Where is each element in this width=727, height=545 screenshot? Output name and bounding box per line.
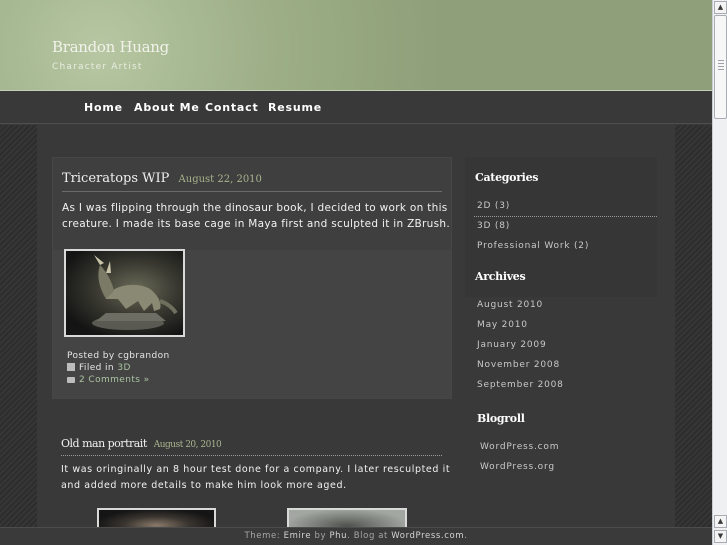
- archives-heading: Archives: [475, 270, 526, 283]
- footer-author-link[interactable]: Phu: [329, 531, 347, 541]
- post-title[interactable]: Triceratops WIP: [62, 171, 169, 186]
- post-title-row: Triceratops WIP August 22, 2010: [62, 171, 262, 186]
- post-title-row: Old man portrait August 20, 2010: [61, 437, 222, 450]
- category-link-3d[interactable]: 3D (8): [477, 221, 510, 231]
- post-body-line: It was oringinally an 8 hour test done f…: [61, 464, 451, 475]
- comments-link[interactable]: 2 Comments »: [79, 375, 150, 385]
- grip-line: [718, 69, 724, 70]
- comment-icon: [67, 377, 75, 383]
- footer-end: .: [464, 531, 468, 541]
- post-body-line: As I was flipping through the dinosaur b…: [62, 202, 448, 214]
- triceratops-thumbnail[interactable]: [64, 249, 185, 337]
- scroll-up-small-button[interactable]: ▲: [714, 515, 727, 528]
- site-subtitle: Character Artist: [52, 62, 143, 72]
- site-header: Brandon Huang Character Artist: [0, 0, 712, 91]
- category-link-professional[interactable]: Professional Work (2): [477, 241, 589, 251]
- post-date: August 22, 2010: [178, 174, 262, 185]
- archive-link[interactable]: August 2010: [477, 300, 543, 310]
- categories-heading: Categories: [475, 171, 539, 184]
- scroll-down-button[interactable]: ▼: [714, 530, 727, 543]
- filed-in-label: Filed in: [79, 363, 115, 373]
- nav-resume-link[interactable]: Resume: [268, 101, 322, 114]
- nav-home-link[interactable]: Home: [84, 101, 123, 114]
- footer-theme-link[interactable]: Emire: [284, 531, 312, 541]
- archive-link[interactable]: November 2008: [477, 360, 560, 370]
- old-man-thumbnail-2[interactable]: [287, 508, 407, 527]
- post-card: Triceratops WIP August 22, 2010 As I was…: [52, 157, 452, 399]
- archive-link[interactable]: May 2010: [477, 320, 528, 330]
- post-author: Posted by cgbrandon: [67, 351, 170, 361]
- footer-by: by: [314, 531, 327, 541]
- title-divider: [62, 191, 442, 192]
- grip-line: [718, 63, 724, 64]
- grip-line: [718, 66, 724, 67]
- post-body-line: creature. I made its base cage in Maya f…: [62, 218, 450, 230]
- scroll-up-button[interactable]: ▲: [714, 1, 727, 14]
- main-nav: Home About Me Contact Resume: [0, 91, 712, 124]
- category-divider: [474, 216, 657, 217]
- scroll-thumb[interactable]: [714, 15, 727, 119]
- blogroll-link[interactable]: WordPress.com: [480, 442, 559, 452]
- old-man-thumbnail-1[interactable]: [97, 508, 216, 527]
- post-body: As I was flipping through the dinosaur b…: [62, 200, 450, 232]
- footer-prefix: Theme:: [244, 531, 281, 541]
- category-link-2d[interactable]: 2D (3): [477, 201, 510, 211]
- post-body-line: and added more details to make him look …: [61, 480, 347, 491]
- grip-line: [718, 60, 724, 61]
- post-date: August 20, 2010: [153, 440, 222, 450]
- archive-link[interactable]: September 2008: [477, 380, 564, 390]
- footer-suffix: . Blog at: [347, 531, 388, 541]
- nav-contact-link[interactable]: Contact: [205, 101, 259, 114]
- blogroll-heading: Blogroll: [477, 412, 525, 425]
- nav-about-link[interactable]: About Me: [134, 101, 200, 114]
- archive-link[interactable]: January 2009: [477, 340, 546, 350]
- post-filed-in: Filed in 3D: [67, 363, 131, 373]
- folder-icon: [67, 363, 75, 371]
- post-body: It was oringinally an 8 hour test done f…: [61, 462, 450, 494]
- footer-host-link[interactable]: WordPress.com: [391, 531, 464, 541]
- site-footer: Theme: Emire by Phu. Blog at WordPress.c…: [0, 527, 712, 545]
- post-title[interactable]: Old man portrait: [61, 437, 147, 450]
- blogroll-link[interactable]: WordPress.org: [480, 462, 555, 472]
- site-title[interactable]: Brandon Huang: [52, 38, 169, 56]
- triceratops-image: [92, 255, 178, 330]
- vertical-scrollbar[interactable]: ▲ ▲ ▼: [712, 0, 727, 545]
- post-comments: 2 Comments »: [67, 375, 150, 385]
- title-divider: [61, 455, 442, 456]
- category-link[interactable]: 3D: [117, 363, 130, 373]
